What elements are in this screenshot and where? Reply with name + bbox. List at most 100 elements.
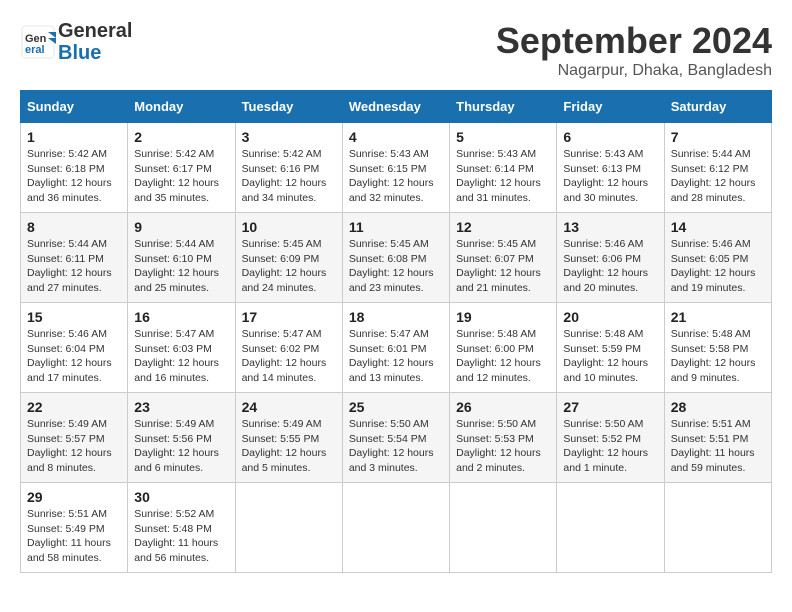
day-info-18: Sunrise: 5:47 AM Sunset: 6:01 PM Dayligh… xyxy=(349,327,443,386)
day-info-15: Sunrise: 5:46 AM Sunset: 6:04 PM Dayligh… xyxy=(27,327,121,386)
day-cell-12: 12 Sunrise: 5:45 AM Sunset: 6:07 PM Dayl… xyxy=(450,213,557,303)
day-number-4: 4 xyxy=(349,129,443,145)
day-info-3: Sunrise: 5:42 AM Sunset: 6:16 PM Dayligh… xyxy=(242,147,336,206)
header-saturday: Saturday xyxy=(664,91,771,123)
calendar-header-row: Sunday Monday Tuesday Wednesday Thursday… xyxy=(21,91,772,123)
day-cell-22: 22 Sunrise: 5:49 AM Sunset: 5:57 PM Dayl… xyxy=(21,393,128,483)
calendar-week-2: 8 Sunrise: 5:44 AM Sunset: 6:11 PM Dayli… xyxy=(21,213,772,303)
day-info-5: Sunrise: 5:43 AM Sunset: 6:14 PM Dayligh… xyxy=(456,147,550,206)
calendar-week-3: 15 Sunrise: 5:46 AM Sunset: 6:04 PM Dayl… xyxy=(21,303,772,393)
day-number-23: 23 xyxy=(134,399,228,415)
title-area: September 2024 Nagarpur, Dhaka, Banglade… xyxy=(496,20,772,80)
day-info-24: Sunrise: 5:49 AM Sunset: 5:55 PM Dayligh… xyxy=(242,417,336,476)
calendar-table: Sunday Monday Tuesday Wednesday Thursday… xyxy=(20,90,772,573)
day-number-3: 3 xyxy=(242,129,336,145)
day-info-7: Sunrise: 5:44 AM Sunset: 6:12 PM Dayligh… xyxy=(671,147,765,206)
day-number-18: 18 xyxy=(349,309,443,325)
day-info-6: Sunrise: 5:43 AM Sunset: 6:13 PM Dayligh… xyxy=(563,147,657,206)
location: Nagarpur, Dhaka, Bangladesh xyxy=(496,62,772,80)
header-tuesday: Tuesday xyxy=(235,91,342,123)
day-info-9: Sunrise: 5:44 AM Sunset: 6:10 PM Dayligh… xyxy=(134,237,228,296)
day-number-10: 10 xyxy=(242,219,336,235)
day-cell-4: 4 Sunrise: 5:43 AM Sunset: 6:15 PM Dayli… xyxy=(342,123,449,213)
day-info-28: Sunrise: 5:51 AM Sunset: 5:51 PM Dayligh… xyxy=(671,417,765,476)
day-number-29: 29 xyxy=(27,489,121,505)
day-info-22: Sunrise: 5:49 AM Sunset: 5:57 PM Dayligh… xyxy=(27,417,121,476)
page-header: Gen eral General Blue September 2024 Nag… xyxy=(20,20,772,80)
day-cell-20: 20 Sunrise: 5:48 AM Sunset: 5:59 PM Dayl… xyxy=(557,303,664,393)
day-number-9: 9 xyxy=(134,219,228,235)
day-cell-1: 1 Sunrise: 5:42 AM Sunset: 6:18 PM Dayli… xyxy=(21,123,128,213)
day-number-5: 5 xyxy=(456,129,550,145)
day-cell-15: 15 Sunrise: 5:46 AM Sunset: 6:04 PM Dayl… xyxy=(21,303,128,393)
day-info-12: Sunrise: 5:45 AM Sunset: 6:07 PM Dayligh… xyxy=(456,237,550,296)
empty-cell-w5-d7 xyxy=(664,483,771,573)
calendar-week-4: 22 Sunrise: 5:49 AM Sunset: 5:57 PM Dayl… xyxy=(21,393,772,483)
day-number-13: 13 xyxy=(563,219,657,235)
day-number-30: 30 xyxy=(134,489,228,505)
day-number-1: 1 xyxy=(27,129,121,145)
day-number-8: 8 xyxy=(27,219,121,235)
day-number-16: 16 xyxy=(134,309,228,325)
day-cell-9: 9 Sunrise: 5:44 AM Sunset: 6:10 PM Dayli… xyxy=(128,213,235,303)
calendar-week-1: 1 Sunrise: 5:42 AM Sunset: 6:18 PM Dayli… xyxy=(21,123,772,213)
day-cell-3: 3 Sunrise: 5:42 AM Sunset: 6:16 PM Dayli… xyxy=(235,123,342,213)
day-info-29: Sunrise: 5:51 AM Sunset: 5:49 PM Dayligh… xyxy=(27,507,121,566)
month-title: September 2024 xyxy=(496,20,772,62)
day-number-26: 26 xyxy=(456,399,550,415)
day-info-30: Sunrise: 5:52 AM Sunset: 5:48 PM Dayligh… xyxy=(134,507,228,566)
day-cell-24: 24 Sunrise: 5:49 AM Sunset: 5:55 PM Dayl… xyxy=(235,393,342,483)
day-number-22: 22 xyxy=(27,399,121,415)
day-info-1: Sunrise: 5:42 AM Sunset: 6:18 PM Dayligh… xyxy=(27,147,121,206)
day-cell-18: 18 Sunrise: 5:47 AM Sunset: 6:01 PM Dayl… xyxy=(342,303,449,393)
header-wednesday: Wednesday xyxy=(342,91,449,123)
empty-cell-w5-d3 xyxy=(235,483,342,573)
day-info-20: Sunrise: 5:48 AM Sunset: 5:59 PM Dayligh… xyxy=(563,327,657,386)
day-number-6: 6 xyxy=(563,129,657,145)
logo-general-text: General xyxy=(58,20,132,42)
day-number-14: 14 xyxy=(671,219,765,235)
day-number-11: 11 xyxy=(349,219,443,235)
day-info-4: Sunrise: 5:43 AM Sunset: 6:15 PM Dayligh… xyxy=(349,147,443,206)
day-info-14: Sunrise: 5:46 AM Sunset: 6:05 PM Dayligh… xyxy=(671,237,765,296)
logo-blue-text: Blue xyxy=(58,42,132,64)
day-cell-19: 19 Sunrise: 5:48 AM Sunset: 6:00 PM Dayl… xyxy=(450,303,557,393)
calendar-week-5: 29 Sunrise: 5:51 AM Sunset: 5:49 PM Dayl… xyxy=(21,483,772,573)
day-number-17: 17 xyxy=(242,309,336,325)
day-number-15: 15 xyxy=(27,309,121,325)
day-number-27: 27 xyxy=(563,399,657,415)
day-info-10: Sunrise: 5:45 AM Sunset: 6:09 PM Dayligh… xyxy=(242,237,336,296)
day-info-8: Sunrise: 5:44 AM Sunset: 6:11 PM Dayligh… xyxy=(27,237,121,296)
day-info-2: Sunrise: 5:42 AM Sunset: 6:17 PM Dayligh… xyxy=(134,147,228,206)
day-info-26: Sunrise: 5:50 AM Sunset: 5:53 PM Dayligh… xyxy=(456,417,550,476)
day-cell-23: 23 Sunrise: 5:49 AM Sunset: 5:56 PM Dayl… xyxy=(128,393,235,483)
day-cell-6: 6 Sunrise: 5:43 AM Sunset: 6:13 PM Dayli… xyxy=(557,123,664,213)
day-cell-7: 7 Sunrise: 5:44 AM Sunset: 6:12 PM Dayli… xyxy=(664,123,771,213)
empty-cell-w5-d4 xyxy=(342,483,449,573)
header-sunday: Sunday xyxy=(21,91,128,123)
day-cell-21: 21 Sunrise: 5:48 AM Sunset: 5:58 PM Dayl… xyxy=(664,303,771,393)
day-info-21: Sunrise: 5:48 AM Sunset: 5:58 PM Dayligh… xyxy=(671,327,765,386)
day-info-25: Sunrise: 5:50 AM Sunset: 5:54 PM Dayligh… xyxy=(349,417,443,476)
day-cell-11: 11 Sunrise: 5:45 AM Sunset: 6:08 PM Dayl… xyxy=(342,213,449,303)
logo-icon: Gen eral xyxy=(20,24,56,60)
day-cell-14: 14 Sunrise: 5:46 AM Sunset: 6:05 PM Dayl… xyxy=(664,213,771,303)
day-number-25: 25 xyxy=(349,399,443,415)
day-number-21: 21 xyxy=(671,309,765,325)
day-number-28: 28 xyxy=(671,399,765,415)
day-cell-28: 28 Sunrise: 5:51 AM Sunset: 5:51 PM Dayl… xyxy=(664,393,771,483)
day-cell-30: 30 Sunrise: 5:52 AM Sunset: 5:48 PM Dayl… xyxy=(128,483,235,573)
day-number-7: 7 xyxy=(671,129,765,145)
day-cell-8: 8 Sunrise: 5:44 AM Sunset: 6:11 PM Dayli… xyxy=(21,213,128,303)
day-info-17: Sunrise: 5:47 AM Sunset: 6:02 PM Dayligh… xyxy=(242,327,336,386)
day-info-16: Sunrise: 5:47 AM Sunset: 6:03 PM Dayligh… xyxy=(134,327,228,386)
day-cell-2: 2 Sunrise: 5:42 AM Sunset: 6:17 PM Dayli… xyxy=(128,123,235,213)
header-monday: Monday xyxy=(128,91,235,123)
day-info-13: Sunrise: 5:46 AM Sunset: 6:06 PM Dayligh… xyxy=(563,237,657,296)
day-number-19: 19 xyxy=(456,309,550,325)
day-number-24: 24 xyxy=(242,399,336,415)
day-info-27: Sunrise: 5:50 AM Sunset: 5:52 PM Dayligh… xyxy=(563,417,657,476)
day-cell-13: 13 Sunrise: 5:46 AM Sunset: 6:06 PM Dayl… xyxy=(557,213,664,303)
svg-text:eral: eral xyxy=(25,44,45,56)
day-cell-10: 10 Sunrise: 5:45 AM Sunset: 6:09 PM Dayl… xyxy=(235,213,342,303)
